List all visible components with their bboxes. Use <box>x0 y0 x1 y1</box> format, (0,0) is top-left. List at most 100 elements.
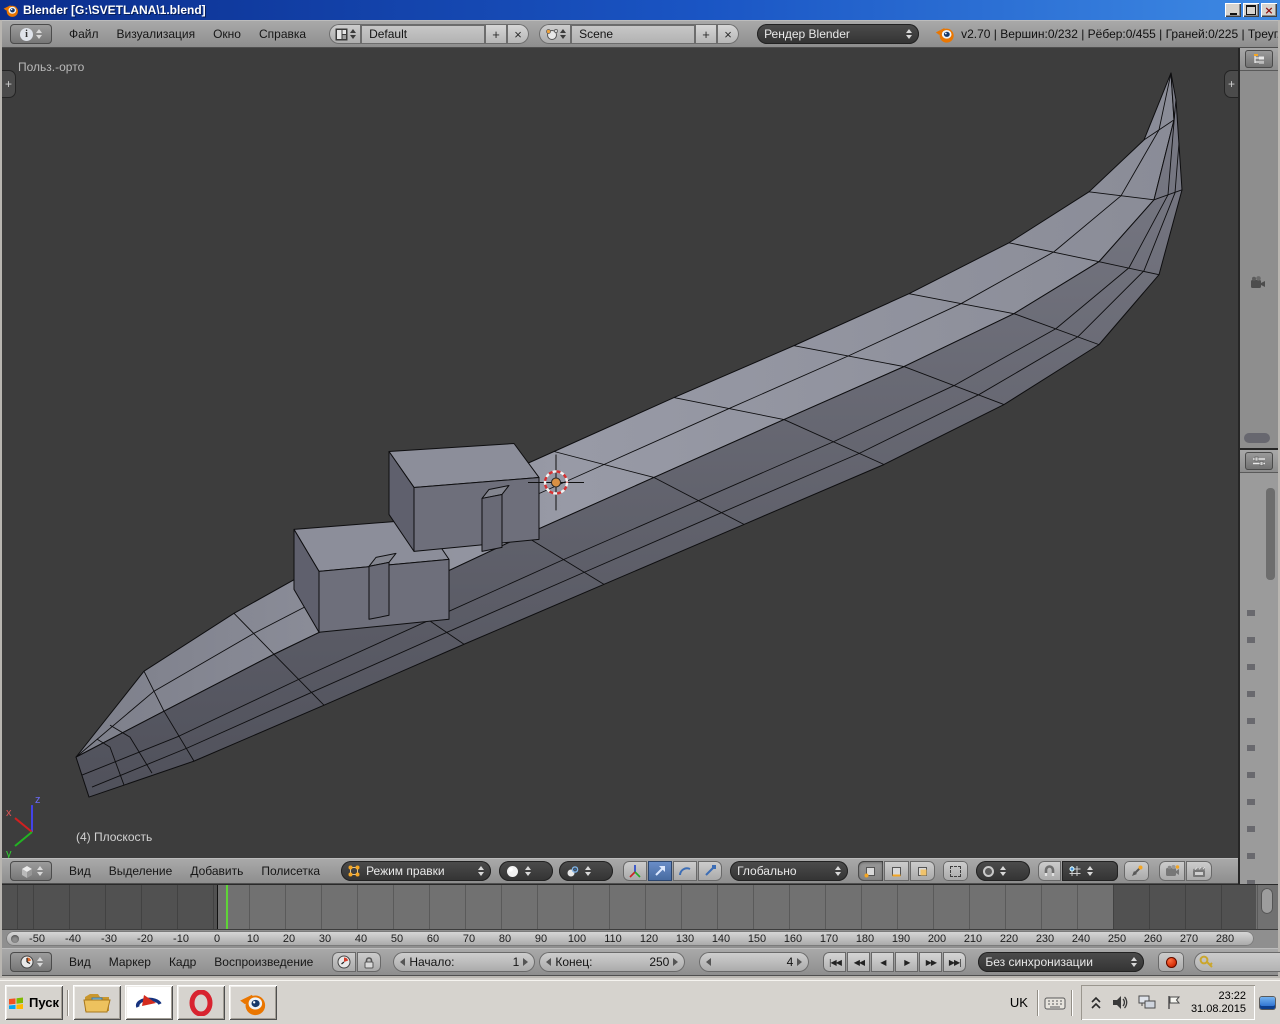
show-desktop-button[interactable] <box>1257 985 1277 1020</box>
taskbar-item-explorer[interactable] <box>73 985 121 1020</box>
sync-mode-dropdown[interactable]: Без синхронизации <box>978 952 1144 972</box>
face-select-button[interactable] <box>910 861 935 881</box>
properties-tab-icons[interactable] <box>1247 610 1255 910</box>
menu-item[interactable]: Вид <box>60 955 100 969</box>
scale-manipulator-button[interactable] <box>698 861 722 881</box>
increment-icon[interactable] <box>673 958 678 966</box>
snap-project-button[interactable] <box>1124 861 1149 881</box>
add-screen-button[interactable]: + <box>485 24 507 44</box>
menu-item[interactable]: Кадр <box>160 955 205 969</box>
transform-orientation-dropdown[interactable]: Глобально <box>730 861 848 881</box>
snap-element-dropdown[interactable] <box>1062 861 1118 881</box>
current-frame-field[interactable]: 4 <box>699 952 809 972</box>
timeline-scrubber[interactable]: -50-40-30-20-100102030405060708090100110… <box>6 931 1254 946</box>
taskbar-item-opera[interactable] <box>177 985 225 1020</box>
language-indicator[interactable]: UK <box>1003 995 1035 1010</box>
current-frame-line[interactable] <box>226 885 228 929</box>
rotate-manipulator-button[interactable] <box>673 861 697 881</box>
menu-item[interactable]: Полисетка <box>252 864 329 878</box>
minimize-button[interactable] <box>1225 3 1241 17</box>
outliner-editor[interactable] <box>1240 48 1278 450</box>
active-keying-set-field[interactable] <box>1194 952 1280 972</box>
menu-item[interactable]: Вид <box>60 864 100 878</box>
taskbar-item-blender[interactable] <box>229 985 277 1020</box>
maximize-button[interactable] <box>1243 3 1259 17</box>
3d-viewport[interactable]: z x y Польз.-орто (4) Плоскость + + <box>2 48 1238 858</box>
editor-type-button-properties[interactable] <box>1245 452 1273 470</box>
auto-keyframe-record-button[interactable] <box>1158 952 1184 972</box>
taskbar-item-media-app[interactable] <box>125 985 173 1020</box>
vertex-select-button[interactable] <box>858 861 883 881</box>
menu-item[interactable]: Окно <box>204 27 250 41</box>
screen-name-field[interactable]: Default <box>361 24 485 44</box>
playback-button[interactable]: |◀◀ <box>823 952 846 972</box>
hidden-icons-chevron[interactable] <box>1090 996 1102 1010</box>
frame-start-field[interactable]: Начало: 1 <box>393 952 535 972</box>
increment-icon[interactable] <box>523 958 528 966</box>
volume-icon[interactable] <box>1112 995 1128 1010</box>
opengl-render-animation-button[interactable] <box>1186 861 1212 881</box>
camera-object-icon[interactable] <box>1250 276 1267 289</box>
menu-item[interactable]: Файл <box>60 27 108 41</box>
delete-scene-button[interactable]: × <box>717 24 739 44</box>
decrement-icon[interactable] <box>706 958 711 966</box>
render-engine-dropdown[interactable]: Рендер Blender <box>757 24 919 44</box>
start-button[interactable]: Пуск <box>5 985 63 1020</box>
menu-item[interactable]: Визуализация <box>108 27 205 41</box>
menu-item[interactable]: Воспроизведение <box>205 955 322 969</box>
translate-manipulator-button[interactable] <box>648 861 672 881</box>
outliner-scrollbar[interactable] <box>1244 433 1270 443</box>
ruler-frame-label: 160 <box>775 933 811 945</box>
editor-type-button-info[interactable]: i <box>10 24 52 44</box>
delete-screen-button[interactable]: × <box>507 24 529 44</box>
menu-item[interactable]: Добавить <box>181 864 252 878</box>
decrement-icon[interactable] <box>400 958 405 966</box>
playback-button[interactable]: ◀◀ <box>847 952 870 972</box>
keyboard-layout-button[interactable] <box>1041 990 1069 1016</box>
editor-type-button-timeline[interactable] <box>10 952 52 972</box>
action-center-flag-icon[interactable] <box>1166 995 1181 1010</box>
playback-button[interactable]: ▶▶| <box>943 952 966 972</box>
timeline-track[interactable] <box>2 884 1278 929</box>
pivot-point-dropdown[interactable] <box>559 861 613 881</box>
scene-name-field[interactable]: Scene <box>571 24 695 44</box>
limit-selection-visible-button[interactable] <box>943 861 968 881</box>
mode-dropdown[interactable]: Режим правки <box>341 861 491 881</box>
playback-button[interactable]: ▶ <box>895 952 918 972</box>
decrement-icon[interactable] <box>546 958 551 966</box>
editor-type-button-3dview[interactable] <box>10 861 52 881</box>
toolshelf-expand-tab[interactable]: + <box>2 70 16 98</box>
lock-range-button[interactable] <box>357 952 381 972</box>
scene-icon-button[interactable] <box>539 24 571 44</box>
menu-item[interactable]: Справка <box>250 27 315 41</box>
frame-end-field[interactable]: Конец: 250 <box>539 952 685 972</box>
properties-editor[interactable] <box>1240 450 1278 884</box>
menu-item[interactable]: Выделение <box>100 864 182 878</box>
timeline-vertical-scrollbar[interactable] <box>1261 888 1273 914</box>
viewport-shading-dropdown[interactable] <box>499 861 553 881</box>
tray-clock[interactable]: 23:22 31.08.2015 <box>1191 990 1246 1016</box>
properties-scrollbar[interactable] <box>1266 488 1275 580</box>
snap-increment-icon <box>1069 865 1081 877</box>
playback-range-lock-clock-button[interactable] <box>332 952 356 972</box>
playback-button[interactable]: ◀ <box>871 952 894 972</box>
chevron-updown-icon <box>478 866 484 876</box>
increment-icon[interactable] <box>797 958 802 966</box>
record-icon <box>1166 957 1177 968</box>
proportional-edit-dropdown[interactable] <box>976 861 1030 881</box>
screen-layout-icon-button[interactable] <box>329 24 361 44</box>
opengl-render-image-button[interactable] <box>1159 861 1185 881</box>
view3d-header: ВидВыделениеДобавитьПолисетка Режим прав… <box>2 858 1238 884</box>
snap-toggle-button[interactable] <box>1038 861 1061 881</box>
edge-select-button[interactable] <box>884 861 909 881</box>
manipulator-toggle-button[interactable] <box>623 861 647 881</box>
timeline-ruler[interactable]: -50-40-30-20-100102030405060708090100110… <box>2 929 1278 948</box>
editor-type-button-outliner[interactable] <box>1245 50 1273 68</box>
close-button[interactable]: × <box>1261 3 1277 17</box>
properties-shelf-expand-tab[interactable]: + <box>1224 70 1238 98</box>
menu-item[interactable]: Маркер <box>100 955 160 969</box>
network-icon[interactable] <box>1138 995 1156 1010</box>
playback-button[interactable]: ▶▶ <box>919 952 942 972</box>
add-scene-button[interactable]: + <box>695 24 717 44</box>
blender-logo-icon <box>935 24 955 44</box>
